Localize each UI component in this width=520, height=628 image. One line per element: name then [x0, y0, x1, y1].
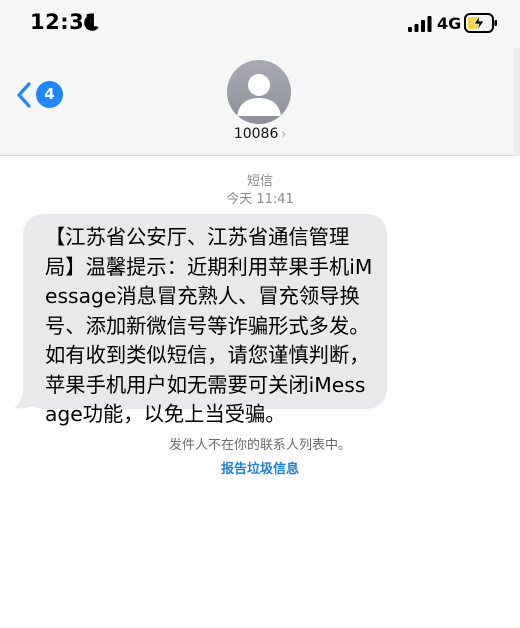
header-edge [514, 48, 520, 156]
message-timestamp: 今天 11:41 [0, 188, 520, 207]
signal-icon [408, 16, 432, 32]
timestamp-time: 11:41 [256, 192, 294, 207]
network-type: 4G [437, 14, 462, 33]
message-bubble[interactable]: 【江苏省公安厅、江苏省通信管理局】温馨提示：近期利用苹果手机iMessage消息… [23, 214, 387, 426]
moon-icon [84, 14, 99, 31]
timestamp-day: 今天 [226, 192, 253, 207]
sender-not-in-contacts-notice: 发件人不在你的联系人列表中。 [168, 438, 351, 453]
message-text: 【江苏省公安厅、江苏省通信管理局】温馨提示：近期利用苹果手机iMessage消息… [45, 225, 373, 426]
contact-avatar[interactable] [227, 60, 291, 124]
avatar-person-icon [237, 74, 281, 116]
battery-charging-icon [464, 13, 497, 33]
report-junk-link[interactable]: 报告垃圾信息 [0, 458, 520, 477]
contact-name-row[interactable]: 10086 › [0, 126, 520, 142]
unread-count-badge: 4 [36, 81, 63, 108]
chevron-right-icon: › [281, 127, 287, 141]
back-button[interactable]: 4 [16, 78, 66, 110]
chevron-left-icon [17, 82, 31, 108]
conversation-header: 12:31 4G 4 10086 › [0, 0, 520, 156]
contact-name: 10086 [233, 126, 279, 142]
service-label: 短信 [246, 174, 273, 189]
status-bar: 12:31 4G [0, 0, 520, 48]
